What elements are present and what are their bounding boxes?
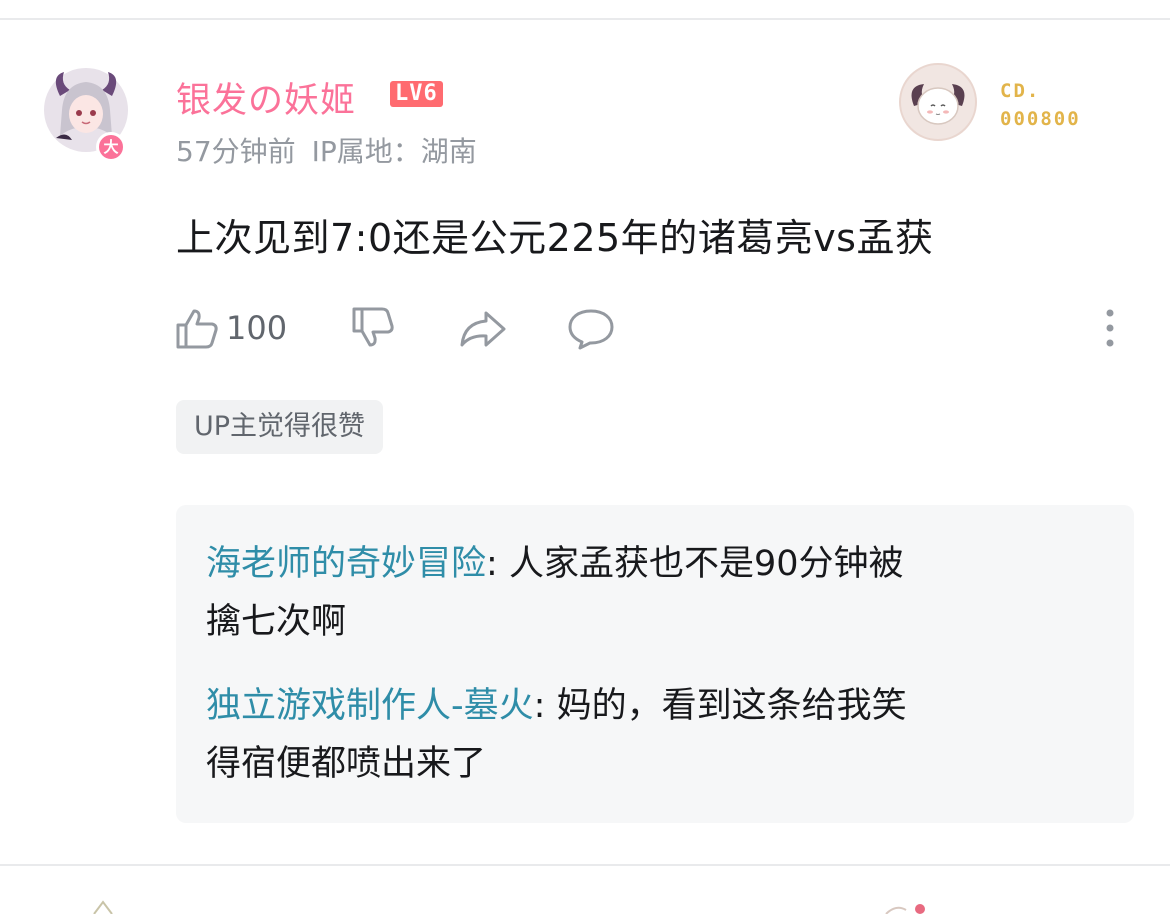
next-fan-badge-peek [885,904,925,914]
reply-separator: : [533,686,557,726]
fan-badge-avatar[interactable] [898,62,978,142]
reply-text-line2: 擒七次啊 [206,602,347,642]
more-vertical-icon [1106,309,1114,347]
bottom-divider [0,864,1170,866]
dislike-button[interactable] [350,302,396,354]
share-arrow-icon [460,311,506,347]
next-avatar-peek [93,900,113,914]
up-liked-tag: UP主觉得很赞 [176,400,384,454]
reply-author[interactable]: 独立游戏制作人-墓火 [206,686,534,726]
fan-badge-label: CD. [1000,80,1041,102]
reply-text-line2: 得宿便都喷出来了 [206,744,487,784]
comment-time: 57分钟前 [176,135,296,168]
like-count: 100 [226,309,288,347]
like-button[interactable]: 100 [174,302,287,354]
comment-meta: 57分钟前 IP属地：湖南 [176,130,477,170]
more-options-button[interactable] [1096,306,1124,350]
reply-button[interactable] [566,302,616,354]
thumbs-up-icon [176,309,218,349]
reply-item[interactable]: 海老师的奇妙冒险: 人家孟获也不是90分钟被擒七次啊 [206,535,1076,651]
level-badge: LV6 [390,81,443,107]
reply-text-line1: 妈的，看到这条给我笑 [556,686,907,726]
ip-location: IP属地：湖南 [311,135,477,168]
reply-author[interactable]: 海老师的奇妙冒险 [206,544,486,584]
reply-preview-box[interactable]: 海老师的奇妙冒险: 人家孟获也不是90分钟被擒七次啊 独立游戏制作人-墓火: 妈… [176,505,1134,823]
reply-item[interactable]: 独立游戏制作人-墓火: 妈的，看到这条给我笑得宿便都喷出来了 [206,677,1076,793]
fan-badge-number: 000800 [1000,108,1081,130]
username[interactable]: 银发の妖姬 [176,72,356,123]
share-button[interactable] [458,302,508,354]
top-divider [0,18,1170,20]
comment-content: 上次见到7:0还是公元225年的诸葛亮vs孟获 [176,216,934,260]
reply-text-line1: 人家孟获也不是90分钟被 [508,544,904,584]
vip-badge: 大 [96,132,126,162]
comment-bubble-icon [568,309,614,350]
reply-separator: : [486,544,509,584]
thumbs-down-icon [352,307,394,347]
